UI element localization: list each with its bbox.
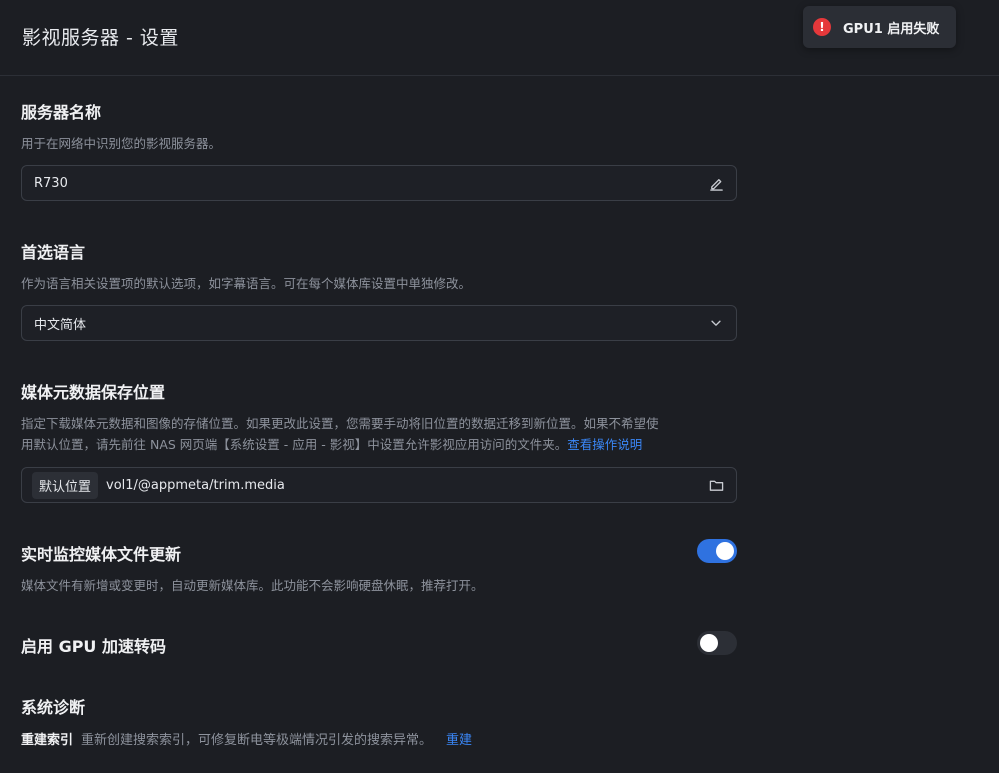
page-title: 影视服务器 - 设置 <box>22 27 179 49</box>
realtime-monitor-toggle[interactable] <box>697 539 737 563</box>
diagnostics-title: 系统诊断 <box>21 698 86 717</box>
server-name-value: R730 <box>34 175 68 191</box>
toggle-knob <box>716 542 734 560</box>
server-name-description: 用于在网络中识别您的影视服务器。 <box>21 136 222 151</box>
rebuild-index-description: 重新创建搜索索引，可修复断电等极端情况引发的搜索异常。 <box>81 733 433 748</box>
language-description: 作为语言相关设置项的默认选项，如字幕语言。可在每个媒体库设置中单独修改。 <box>21 276 472 291</box>
toast-message: GPU1 启用失败 <box>843 21 940 37</box>
gpu-transcode-toggle[interactable] <box>697 631 737 655</box>
realtime-monitor-title: 实时监控媒体文件更新 <box>21 545 182 564</box>
help-link[interactable]: 查看操作说明 <box>567 437 642 452</box>
metadata-path-field[interactable]: 默认位置 vol1/@appmeta/trim.media <box>21 467 737 503</box>
chevron-down-icon <box>708 315 724 331</box>
rebuild-index-label: 重建索引 <box>21 733 74 748</box>
metadata-path-value: vol1/@appmeta/trim.media <box>106 477 285 493</box>
metadata-location-description: 指定下载媒体元数据和图像的存储位置。如果更改此设置，您需要手动将旧位置的数据迁移… <box>21 413 741 455</box>
language-select[interactable]: 中文简体 <box>21 305 737 341</box>
folder-icon[interactable] <box>708 477 724 493</box>
settings-page: 影视服务器 - 设置 ! GPU1 启用失败 服务器名称 用于在网络中识别您的影… <box>0 0 999 773</box>
server-name-title: 服务器名称 <box>21 103 102 122</box>
metadata-location-title: 媒体元数据保存位置 <box>21 383 166 402</box>
toggle-knob <box>700 634 718 652</box>
metadata-description-line1: 指定下载媒体元数据和图像的存储位置。如果更改此设置，您需要手动将旧位置的数据迁移… <box>21 416 659 431</box>
error-icon: ! <box>813 18 831 36</box>
metadata-description-line2: 用默认位置，请先前往 NAS 网页端【系统设置 - 应用 - 影视】中设置允许影… <box>21 434 741 455</box>
rebuild-index-row: 重建索引 重新创建搜索索引，可修复断电等极端情况引发的搜索异常。 重建 <box>21 729 472 748</box>
language-selected: 中文简体 <box>34 317 87 333</box>
rebuild-link[interactable]: 重建 <box>446 729 472 748</box>
realtime-monitor-description: 媒体文件有新增或变更时，自动更新媒体库。此功能不会影响硬盘休眠，推荐打开。 <box>21 578 484 593</box>
default-location-tag: 默认位置 <box>32 471 99 499</box>
metadata-description-line2-text: 用默认位置，请先前往 NAS 网页端【系统设置 - 应用 - 影视】中设置允许影… <box>21 437 568 452</box>
error-toast[interactable]: ! GPU1 启用失败 <box>803 6 956 48</box>
gpu-transcode-title: 启用 GPU 加速转码 <box>21 637 166 656</box>
language-title: 首选语言 <box>21 243 86 262</box>
server-name-field[interactable]: R730 <box>21 165 737 201</box>
edit-icon[interactable] <box>708 175 724 191</box>
